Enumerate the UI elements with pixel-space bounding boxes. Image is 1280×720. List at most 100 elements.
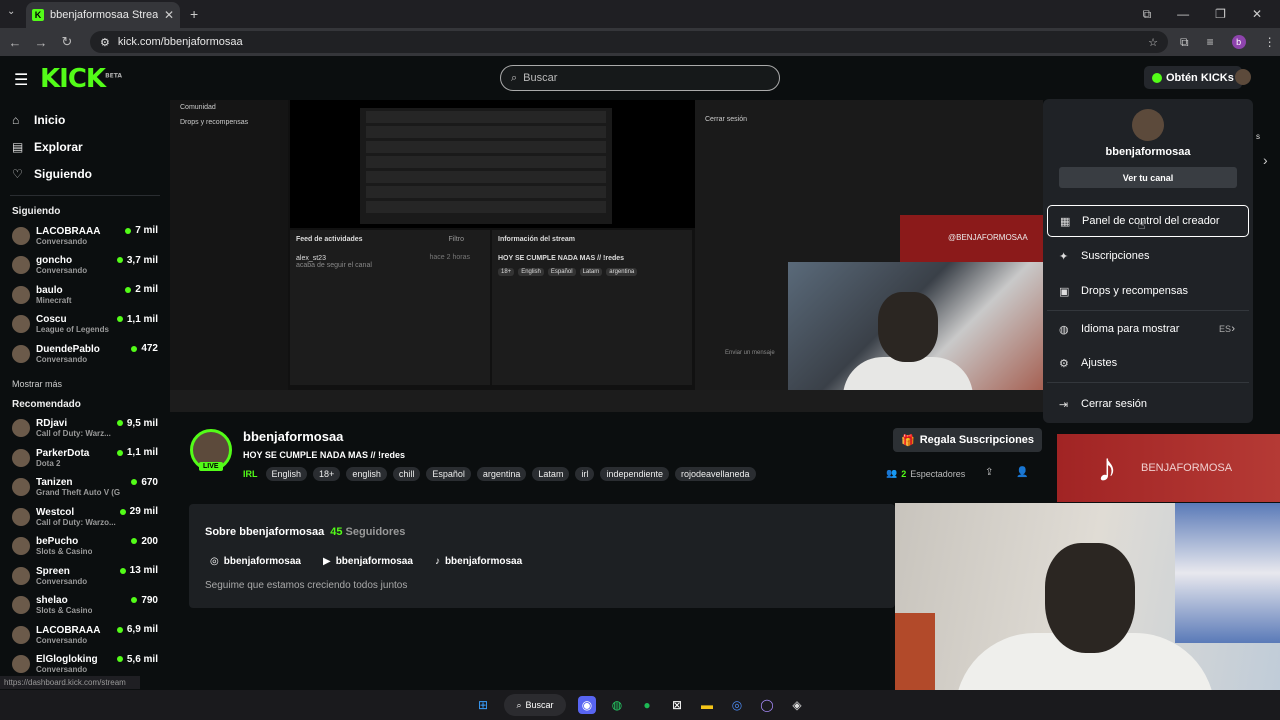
extensions-window-icon[interactable]: ⧉ [1143,7,1152,22]
folder-icon[interactable]: ▬ [698,696,716,714]
menu-item-subscriptions[interactable]: ✦ Suscripciones [1047,240,1249,272]
extensions-icon[interactable]: ⧉ [1180,35,1189,50]
nav-inicio[interactable]: ⌂ Inicio [0,106,170,133]
media-icon[interactable]: ≡ [1207,35,1214,49]
search-input[interactable]: ⌕ Buscar [500,65,780,91]
menu-item-drops[interactable]: ▣ Drops y recompensas [1047,275,1249,307]
sidebar-channel[interactable]: LACOBRAAA Conversando 7 mil [0,221,170,251]
forward-icon[interactable]: → [28,35,54,50]
menu-item-logout[interactable]: ⇥ Cerrar sesión [1047,388,1249,420]
user-avatar[interactable] [1235,69,1251,85]
stream-tag[interactable]: Latam [532,467,570,481]
stream-tag[interactable]: 18+ [313,467,341,481]
share-icon[interactable]: ⇪ [985,467,993,478]
channel-name[interactable]: bbenjaformosaa [243,429,343,444]
menu-label: Ajustes [1081,357,1118,369]
maximize-icon[interactable]: ❐ [1215,7,1226,21]
sidebar-channel[interactable]: Westcol Call of Duty: Warzo... 29 mil [0,502,170,532]
stream-tag[interactable]: argentina [476,467,527,481]
site-info-icon[interactable]: ⚙ [100,36,110,49]
following-title: Siguiendo [12,206,61,217]
sidebar-channel[interactable]: RDjavi Call of Duty: Warz... 9,5 mil [0,414,170,444]
sidebar-channel[interactable]: DuendePablo Conversando 472 [0,339,170,369]
channel-avatar [12,256,30,275]
kick-logo[interactable]: KICKBETA [40,64,122,94]
obs-icon[interactable]: ◯ [758,696,776,714]
webcam-feed [895,503,1280,693]
stream-tag[interactable]: Español [426,467,471,481]
stream-tag[interactable]: irl [575,467,595,481]
viewer-count: 9,5 mil [116,418,158,429]
tab-close-icon[interactable]: ✕ [164,8,174,22]
get-kicks-button[interactable]: Obtén KICKs [1144,66,1242,89]
viewer-count: 670 [131,477,158,488]
stream-tag[interactable]: rojodeavellaneda [675,467,756,481]
capcut-icon[interactable]: ⊠ [668,696,686,714]
close-window-icon[interactable]: ✕ [1252,7,1262,21]
instagram-link[interactable]: ◎ bbenjaformosaa [210,556,301,567]
stream-tag[interactable]: english [346,467,387,481]
sidebar-channel[interactable]: baulo Minecraft 2 mil [0,280,170,310]
screen-tag: English [518,268,544,276]
stream-tag[interactable]: English [265,467,308,481]
stream-tag[interactable]: chill [392,467,421,481]
minimize-icon[interactable]: — [1177,7,1189,21]
new-tab-icon[interactable]: + [190,6,198,22]
app-icon[interactable]: ◈ [788,696,806,714]
gift-subs-button[interactable]: 🎁 Regala Suscripciones [893,428,1043,452]
sidebar-channel[interactable]: ParkerDota Dota 2 1,1 mil [0,443,170,473]
category-link[interactable]: IRL [243,469,258,479]
menu-item-language[interactable]: ◍ Idioma para mostrar ES › [1047,313,1249,345]
browser-tab-bar: ⌄ K bbenjaformosaa Stream - W ✕ + ⧉ — ❐ … [0,0,1280,28]
about-description: Seguime que estamos creciendo todos junt… [205,580,408,591]
video-player[interactable]: Comunidad Drops y recompensas Feed de ac… [170,100,1043,412]
viewer-count: 2 mil [125,284,158,295]
windows-start-icon[interactable]: ⊞ [474,696,492,714]
discord-icon[interactable]: ◉ [578,696,596,714]
sidebar-channel[interactable]: LACOBRAAA Conversando 6,9 mil [0,620,170,650]
spotify-icon[interactable]: ● [638,696,656,714]
bookmark-star-icon[interactable]: ☆ [1148,36,1158,49]
youtube-link[interactable]: ▶ bbenjaformosaa [323,556,413,567]
tag-list: IRL English 18+ english chill Español argenti… [243,467,756,481]
nav-siguiendo[interactable]: ♡ Siguiendo [0,160,170,187]
language-value: ES [1218,324,1231,334]
channel-avatar [12,478,30,497]
sidebar-channel[interactable]: shelao Slots & Casino 790 [0,591,170,621]
feed-time: hace 2 horas [429,254,470,261]
sidebar-channel[interactable]: ElGlogloking Conversando 5,6 mil [0,650,170,680]
sidebar-channel[interactable]: Spreen Conversando 13 mil [0,561,170,591]
browser-tab[interactable]: K bbenjaformosaa Stream - W ✕ [26,2,180,28]
sidebar-channel[interactable]: Coscu League of Legends 1,1 mil [0,310,170,340]
profile-avatar[interactable]: b [1231,35,1246,49]
taskbar-search[interactable]: ⌕ Buscar [504,694,566,716]
chevron-right-icon[interactable]: › [1263,152,1268,168]
tab-search-icon[interactable]: ⌄ [7,6,15,17]
back-icon[interactable]: ← [2,35,28,50]
channel-name: LACOBRAAA [36,624,101,636]
follow-user-icon[interactable]: 👤 [1016,467,1028,478]
get-kicks-label: Obtén KICKs [1166,71,1234,84]
chrome-icon[interactable]: ◎ [728,696,746,714]
reload-icon[interactable]: ↻ [54,34,80,50]
hamburger-menu-icon[interactable]: ☰ [14,70,28,90]
url-bar[interactable]: ⚙ kick.com/bbenjaformosaa ☆ [90,31,1168,53]
sidebar-channel[interactable]: Tanizen Grand Theft Auto V (G... 670 [0,473,170,503]
stream-tag[interactable]: independiente [600,467,669,481]
sidebar-channel[interactable]: bePucho Slots & Casino 200 [0,532,170,562]
browser-menu-icon[interactable]: ⋮ [1264,35,1276,49]
channel-name: shelao [36,595,68,607]
sidebar-channel[interactable]: goncho Conversando 3,7 mil [0,251,170,281]
channel-avatar [12,625,30,644]
viewer-count-text: 1,1 mil [126,313,158,325]
menu-item-settings[interactable]: ⚙ Ajustes [1047,347,1249,379]
show-more-link[interactable]: Mostrar más [0,379,170,389]
whatsapp-icon[interactable]: ◍ [608,696,626,714]
about-panel: Sobre bbenjaformosaa 45 Seguidores ◎ bbenj… [189,504,895,608]
logo-text: KICK [40,64,106,94]
menu-item-creator-dashboard[interactable]: ▦ Panel de control del creador [1047,205,1249,237]
tiktok-link[interactable]: ♪ bbenjaformosaa [435,556,522,567]
nav-explorar[interactable]: ▤ Explorar [0,133,170,160]
live-badge: LIVE [199,462,223,471]
view-channel-button[interactable]: Ver tu canal [1059,167,1237,188]
